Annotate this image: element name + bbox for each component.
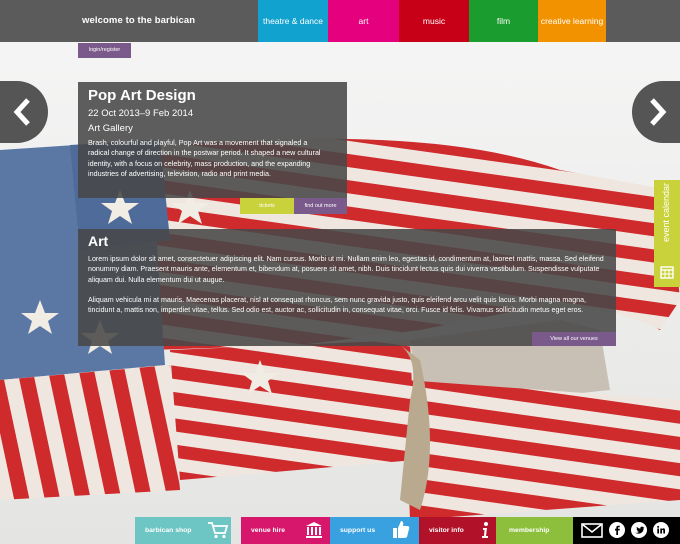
site-brand-link[interactable]: welcome to the barbican: [82, 0, 195, 42]
tab-film[interactable]: film: [469, 0, 538, 42]
building-icon: [306, 522, 322, 538]
barbican-shop-button[interactable]: barbican shop: [135, 517, 231, 544]
visitor-info-button[interactable]: visitor info: [419, 517, 496, 544]
chevron-left-icon: [13, 98, 30, 126]
art-section-panel: Art Lorem ipsum dolor sit amet, consecte…: [78, 229, 616, 346]
chevron-right-icon: [650, 98, 667, 126]
linkedin-icon[interactable]: [653, 522, 669, 538]
venue-hire-label: venue hire: [251, 527, 285, 534]
tab-music[interactable]: music: [399, 0, 469, 42]
calendar-icon: [660, 266, 674, 279]
tickets-button[interactable]: tickets: [240, 198, 294, 214]
login-register-button[interactable]: login/register: [78, 43, 131, 58]
art-paragraph-1: Lorem ipsum dolor sit amet, consectetuer…: [88, 255, 604, 284]
visitor-info-label: visitor info: [429, 527, 464, 534]
tab-art[interactable]: art: [328, 0, 399, 42]
membership-button[interactable]: membership: [496, 517, 573, 544]
bottom-bar: barbican shop venue hire support us visi…: [135, 517, 680, 544]
event-calendar-tab[interactable]: event calendar: [654, 180, 680, 287]
info-icon: [482, 522, 488, 538]
tab-theatre-dance[interactable]: theatre & dance: [258, 0, 328, 42]
support-us-label: support us: [340, 527, 376, 534]
find-out-more-button[interactable]: find out more: [294, 198, 347, 214]
venue-hire-button[interactable]: venue hire: [241, 517, 330, 544]
barbican-shop-label: barbican shop: [145, 527, 192, 534]
thumbs-up-icon: [393, 521, 410, 538]
membership-label: membership: [509, 527, 550, 534]
event-calendar-label: event calendar: [661, 182, 671, 242]
art-paragraph-2: Aliquam vehicula mi at mauris. Maecenas …: [88, 296, 586, 315]
event-venue: Art Gallery: [88, 123, 133, 134]
event-dates: 22 Oct 2013–9 Feb 2014: [88, 108, 194, 119]
event-description: Brash, colourful and playful, Pop Art wa…: [88, 138, 321, 179]
support-us-button[interactable]: support us: [330, 517, 419, 544]
featured-event-panel: Pop Art Design 22 Oct 2013–9 Feb 2014 Ar…: [78, 82, 347, 198]
event-title: Pop Art Design: [88, 87, 196, 104]
tab-creative-learning[interactable]: creative learning: [538, 0, 606, 42]
twitter-icon[interactable]: [631, 522, 647, 538]
view-all-venues-button[interactable]: View all our venues: [532, 332, 616, 346]
social-links: [573, 517, 680, 544]
top-navigation-bar: welcome to the barbican theatre & dance …: [0, 0, 680, 42]
facebook-icon[interactable]: [609, 522, 625, 538]
art-heading: Art: [88, 233, 109, 249]
cart-icon: [208, 522, 229, 539]
mail-icon[interactable]: [581, 523, 603, 538]
